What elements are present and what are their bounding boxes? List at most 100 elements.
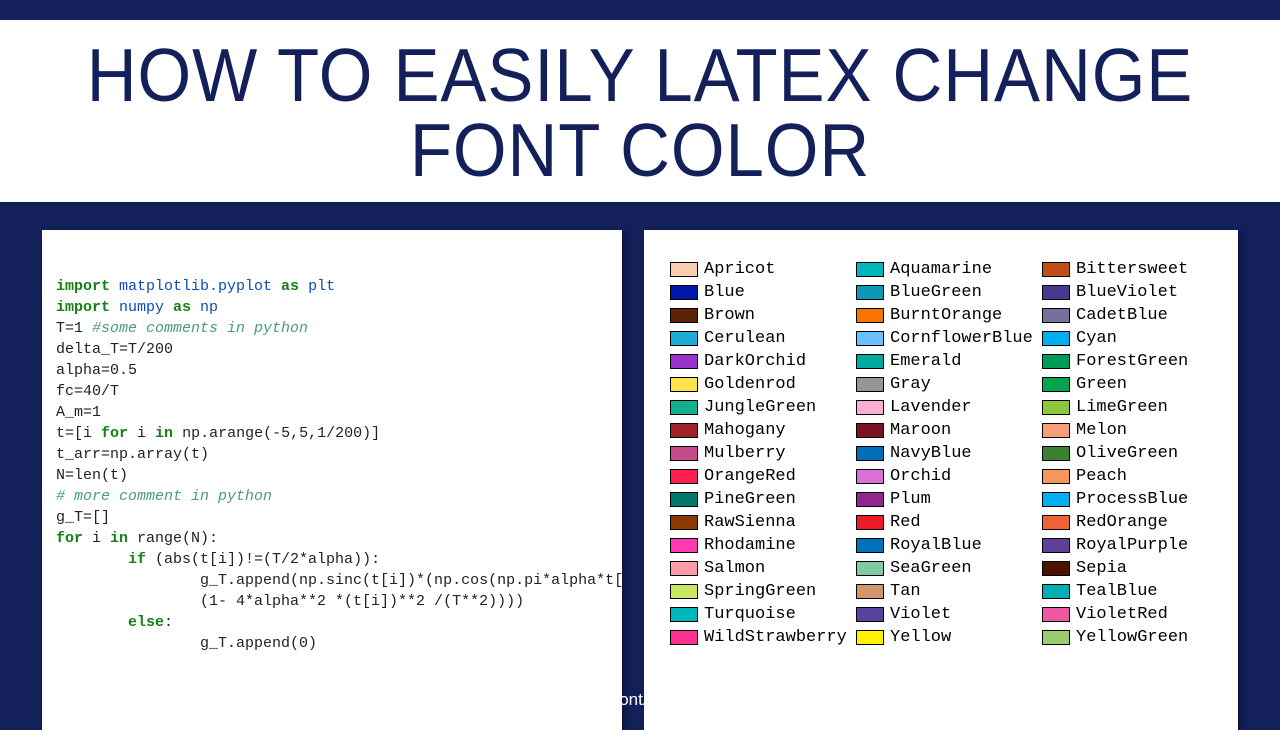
color-swatch: WildStrawberry bbox=[670, 628, 854, 647]
swatch-box bbox=[1042, 377, 1070, 392]
swatch-box bbox=[856, 538, 884, 553]
code-token: if bbox=[128, 551, 155, 568]
color-swatch: TealBlue bbox=[1042, 582, 1226, 601]
swatch-label: Peach bbox=[1076, 467, 1127, 486]
code-line: alpha=0.5 bbox=[56, 360, 612, 381]
color-swatch: Sepia bbox=[1042, 559, 1226, 578]
code-token: T=1 bbox=[56, 320, 92, 337]
code-token: in bbox=[110, 530, 137, 547]
title-band: How To Easily Latex Change Font Color bbox=[0, 20, 1280, 202]
swatch-label: JungleGreen bbox=[704, 398, 816, 417]
code-line: g_T=[] bbox=[56, 507, 612, 528]
color-swatch: Mulberry bbox=[670, 444, 854, 463]
code-token: N=len(t) bbox=[56, 467, 128, 484]
color-swatch: Lavender bbox=[856, 398, 1040, 417]
swatch-box bbox=[670, 308, 698, 323]
swatch-label: Bittersweet bbox=[1076, 260, 1188, 279]
swatch-label: Red bbox=[890, 513, 921, 532]
code-token: fc=40/T bbox=[56, 383, 119, 400]
swatch-label: Plum bbox=[890, 490, 931, 509]
color-swatch: RawSienna bbox=[670, 513, 854, 532]
swatch-label: Yellow bbox=[890, 628, 951, 647]
code-line: import matplotlib.pyplot as plt bbox=[56, 276, 612, 297]
swatch-label: SeaGreen bbox=[890, 559, 972, 578]
swatch-box bbox=[670, 423, 698, 438]
swatch-label: CadetBlue bbox=[1076, 306, 1168, 325]
swatch-label: Maroon bbox=[890, 421, 951, 440]
swatch-label: NavyBlue bbox=[890, 444, 972, 463]
code-token: t=[i bbox=[56, 425, 101, 442]
swatch-box bbox=[1042, 423, 1070, 438]
swatch-box bbox=[1042, 538, 1070, 553]
swatch-label: TealBlue bbox=[1076, 582, 1158, 601]
color-swatch: Violet bbox=[856, 605, 1040, 624]
color-swatch: Emerald bbox=[856, 352, 1040, 371]
swatch-grid: ApricotBlueBrownCeruleanDarkOrchidGolden… bbox=[670, 260, 1226, 647]
color-swatch: Gray bbox=[856, 375, 1040, 394]
code-line: A_m=1 bbox=[56, 402, 612, 423]
color-swatch: BlueViolet bbox=[1042, 283, 1226, 302]
swatch-box bbox=[1042, 561, 1070, 576]
code-panel: import matplotlib.pyplot as pltimport nu… bbox=[42, 230, 622, 730]
swatch-box bbox=[670, 630, 698, 645]
color-swatch: Cerulean bbox=[670, 329, 854, 348]
swatch-label: Mahogany bbox=[704, 421, 786, 440]
color-swatch: ProcessBlue bbox=[1042, 490, 1226, 509]
swatch-label: SpringGreen bbox=[704, 582, 816, 601]
code-token: in bbox=[155, 425, 182, 442]
swatch-box bbox=[670, 400, 698, 415]
color-swatch: JungleGreen bbox=[670, 398, 854, 417]
swatch-label: Sepia bbox=[1076, 559, 1127, 578]
swatch-label: Gray bbox=[890, 375, 931, 394]
swatch-box bbox=[670, 285, 698, 300]
footer-url: www.FontAxis.com bbox=[0, 690, 1280, 710]
top-bar bbox=[0, 0, 1280, 20]
code-line: delta_T=T/200 bbox=[56, 339, 612, 360]
color-swatch: ForestGreen bbox=[1042, 352, 1226, 371]
swatch-box bbox=[856, 377, 884, 392]
color-swatch: RoyalPurple bbox=[1042, 536, 1226, 555]
color-swatch: Peach bbox=[1042, 467, 1226, 486]
swatch-label: Goldenrod bbox=[704, 375, 796, 394]
code-token: np bbox=[200, 299, 218, 316]
color-swatch: Orchid bbox=[856, 467, 1040, 486]
code-token: i bbox=[92, 530, 110, 547]
swatch-box bbox=[1042, 354, 1070, 369]
color-swatch: Turquoise bbox=[670, 605, 854, 624]
swatch-box bbox=[670, 584, 698, 599]
color-swatch: OrangeRed bbox=[670, 467, 854, 486]
swatch-label: Turquoise bbox=[704, 605, 796, 624]
code-token: #some comments in python bbox=[92, 320, 308, 337]
swatch-label: ForestGreen bbox=[1076, 352, 1188, 371]
swatch-box bbox=[1042, 492, 1070, 507]
swatch-label: LimeGreen bbox=[1076, 398, 1168, 417]
color-swatch: Red bbox=[856, 513, 1040, 532]
code-line: (1- 4*alpha**2 *(t[i])**2 /(T**2)))) bbox=[56, 591, 612, 612]
swatch-label: Cerulean bbox=[704, 329, 786, 348]
color-swatch: SpringGreen bbox=[670, 582, 854, 601]
swatch-box bbox=[670, 262, 698, 277]
swatch-box bbox=[670, 377, 698, 392]
swatch-label: Blue bbox=[704, 283, 745, 302]
code-token bbox=[56, 614, 128, 631]
color-swatch: NavyBlue bbox=[856, 444, 1040, 463]
code-line: t_arr=np.array(t) bbox=[56, 444, 612, 465]
code-line: else: bbox=[56, 612, 612, 633]
code-token: # more comment in python bbox=[56, 488, 272, 505]
color-swatch: Aquamarine bbox=[856, 260, 1040, 279]
color-swatch: Salmon bbox=[670, 559, 854, 578]
swatch-label: Lavender bbox=[890, 398, 972, 417]
color-swatch: Brown bbox=[670, 306, 854, 325]
color-swatch: Cyan bbox=[1042, 329, 1226, 348]
swatch-label: WildStrawberry bbox=[704, 628, 847, 647]
color-swatch: Goldenrod bbox=[670, 375, 854, 394]
color-swatch: YellowGreen bbox=[1042, 628, 1226, 647]
swatch-label: Salmon bbox=[704, 559, 765, 578]
swatch-label: RawSienna bbox=[704, 513, 796, 532]
swatch-box bbox=[1042, 469, 1070, 484]
swatch-label: CornflowerBlue bbox=[890, 329, 1033, 348]
swatch-box bbox=[670, 331, 698, 346]
swatch-box bbox=[1042, 584, 1070, 599]
color-swatch: RoyalBlue bbox=[856, 536, 1040, 555]
swatch-box bbox=[856, 607, 884, 622]
